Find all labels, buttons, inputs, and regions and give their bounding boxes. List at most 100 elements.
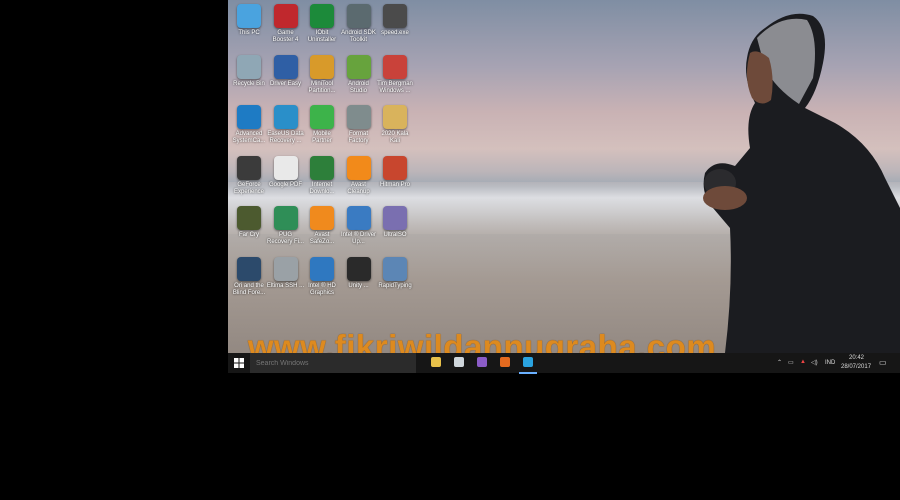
desktop-icon[interactable]: MiniTool Partition...	[303, 53, 341, 99]
desktop-icon-label: Far Cry	[239, 232, 259, 238]
desktop-icon[interactable]: Advanced SystemCa...	[230, 103, 268, 149]
desktop-icon-label: Avast SafeZo...	[309, 232, 335, 245]
desktop-icon[interactable]: Eltima SSH ...	[267, 255, 305, 301]
this-pc-icon	[237, 4, 261, 28]
desktop-icon-label: 2020 Kala Kali	[381, 131, 409, 144]
notifications-icon[interactable]: ▭	[879, 358, 887, 367]
desktop-icon[interactable]: UltraISO	[376, 204, 414, 250]
search-input[interactable]	[250, 353, 416, 373]
desktop-screen: This PC Game Booster 4 IObit Uninstaller An…	[228, 0, 900, 373]
language-indicator[interactable]: IND	[825, 360, 835, 366]
taskbar-app-button[interactable]	[519, 352, 537, 374]
clock-date[interactable]: 28/07/2017	[841, 364, 871, 370]
document-icon	[273, 155, 298, 180]
desktop-icon[interactable]: Driver Easy	[267, 53, 305, 99]
desktop-icon-label: GeForce Experience	[233, 181, 265, 195]
desktop-icon-label: Game Booster 4	[272, 30, 299, 43]
nfs-icon	[383, 4, 407, 28]
desktop-icon-label: Android SDK Toolkit	[341, 30, 376, 43]
desktop-icon[interactable]: Tim Bergman Windows ...	[376, 53, 414, 99]
desktop-icon[interactable]: GeForce Experience	[230, 154, 268, 200]
file-explorer-icon	[431, 357, 441, 367]
desktop-icon[interactable]: Android SDK Toolkit	[340, 2, 378, 48]
taskbar-app-button[interactable]	[496, 352, 514, 372]
desktop-icon[interactable]: Intel ® Driver Up...	[340, 204, 378, 250]
desktop-icon[interactable]: Game Booster 4	[267, 2, 305, 48]
hitmanpro-icon	[383, 155, 407, 180]
desktop-icon[interactable]: Unity ...	[340, 255, 378, 301]
far-cry-icon	[237, 206, 261, 230]
desktop-icon-label: Intel ® Driver Up...	[340, 232, 377, 245]
desktop-icon[interactable]: EaseUS Data Recovery ...	[267, 103, 305, 149]
desktop-icon[interactable]: Android Studio	[340, 53, 378, 99]
ori-game-icon	[237, 256, 261, 281]
eltima-icon	[273, 256, 298, 281]
recycle-bin-icon	[237, 54, 261, 79]
desktop-icon-label: Format Factory	[348, 131, 369, 144]
desktop-icon-label: Tim Bergman Windows ...	[377, 80, 413, 94]
desktop-icon[interactable]: This PC	[230, 2, 268, 48]
windows-logo-icon	[234, 358, 244, 368]
android-studio-icon	[346, 54, 371, 79]
desktop-icon-label: MiniTool Partition...	[308, 80, 336, 94]
desktop-icon-label: EaseUS Data Recovery ...	[267, 131, 304, 144]
desktop-icon-label: UltraISO	[383, 232, 407, 238]
folder-icon	[383, 105, 407, 129]
intel-driver-icon	[346, 206, 371, 230]
taskbar: ⌃ ▭ ▲ ◁) IND 20:42 28/07/2017 ▭	[228, 352, 900, 374]
desktop-icon[interactable]: 2020 Kala Kali	[376, 103, 414, 149]
start-button[interactable]	[228, 353, 250, 373]
alien-app-icon	[454, 357, 464, 367]
antivirus-icon[interactable]: ▲	[800, 359, 806, 365]
minitool-partition-icon	[310, 54, 334, 79]
geforce-icon	[237, 155, 261, 180]
network-icon[interactable]: ▭	[788, 359, 794, 366]
desktop-icon-label: Recycle Bin	[233, 80, 265, 87]
desktop-icon-label: Driver Easy	[269, 80, 301, 87]
desktop-icon[interactable]: Recycle Bin	[230, 53, 268, 99]
desktop-icon-label: Internet Downlo...	[309, 181, 335, 195]
desktop-icon[interactable]: Format Factory	[340, 103, 378, 149]
windows-tool-icon	[383, 54, 407, 79]
desktop-icon[interactable]: Hitman Pro	[376, 154, 414, 200]
clock-time[interactable]: 20:42	[849, 355, 864, 361]
taskbar-app-button[interactable]	[450, 352, 468, 372]
desktop-icon[interactable]: IObit Uninstaller	[303, 2, 341, 48]
desktop-icon-label: speed.exe	[381, 30, 409, 36]
desktop-icon[interactable]: Mobile Partner	[303, 103, 341, 149]
chevron-up-icon[interactable]: ⌃	[777, 359, 782, 366]
desktop-icon[interactable]: RapidTyping	[376, 255, 414, 301]
desktop-icon-label: IObit Uninstaller	[307, 30, 337, 43]
wallpaper-person-photographer	[703, 13, 900, 353]
desktop-icon[interactable]: PUG Recovery Fi...	[267, 204, 305, 250]
desktop-icon-label: Eltima SSH ...	[266, 282, 305, 289]
desktop-icon-label: Hitman Pro	[379, 181, 410, 188]
rapidtyping-icon	[383, 256, 407, 281]
internet-download-icon	[310, 155, 334, 180]
avast-cleanup-icon	[346, 155, 371, 180]
taskbar-app-button[interactable]	[473, 352, 491, 372]
desktop-icon-label: Google PDF	[268, 181, 302, 188]
photoshop-icon	[523, 357, 533, 367]
desktop-icon[interactable]: speed.exe	[376, 2, 414, 48]
format-factory-icon	[346, 105, 371, 129]
desktop-icon[interactable]: Ori and the Blind Fore...	[230, 255, 268, 301]
firefox-icon	[500, 357, 510, 367]
desktop-icon-label: This PC	[238, 30, 260, 36]
desktop-icon[interactable]: Avast SafeZo...	[303, 204, 341, 250]
desktop-icon[interactable]: Google PDF	[267, 154, 305, 200]
desktop-icon[interactable]: Far Cry	[230, 204, 268, 250]
desktop-icon[interactable]: Avast Cleanup	[340, 154, 378, 200]
recovery-icon	[273, 206, 298, 230]
taskbar-app-button[interactable]	[427, 352, 445, 372]
ultraiso-icon	[383, 206, 407, 230]
avast-safezone-icon	[310, 206, 334, 230]
volume-icon[interactable]: ◁)	[811, 359, 818, 366]
desktop-icon-label: Ori and the Blind Fore...	[232, 282, 266, 296]
driver-easy-icon	[273, 54, 298, 79]
desktop-icon[interactable]: Intel ® HD Graphics	[303, 255, 341, 301]
desktop-icon-label: Unity ...	[348, 282, 369, 289]
desktop-icon-label: Mobile Partner	[312, 131, 332, 144]
desktop-icon-label: PUG Recovery Fi...	[266, 232, 304, 245]
desktop-icon[interactable]: Internet Downlo...	[303, 154, 341, 200]
